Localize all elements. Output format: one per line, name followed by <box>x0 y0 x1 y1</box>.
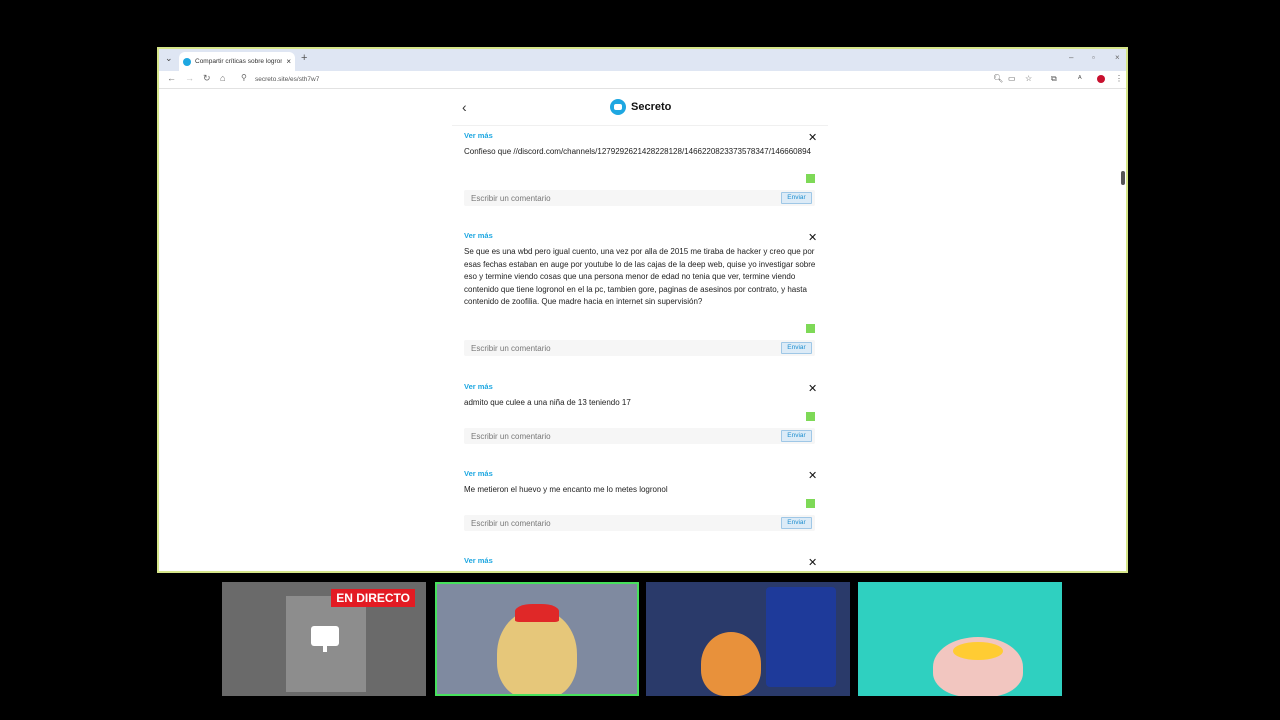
webcam-feed <box>646 582 850 696</box>
blue-fabric <box>766 587 836 687</box>
post-text: Me metieron el huevo y me encanto me lo … <box>464 485 668 494</box>
forward-arrow-icon[interactable]: → <box>185 73 194 83</box>
maximize-icon[interactable]: ▫ <box>1092 53 1095 62</box>
brand: Secreto <box>610 99 671 115</box>
bookmark-star-icon[interactable]: ☆ <box>1025 74 1032 83</box>
site-info-icon[interactable]: ⚲ <box>241 73 247 82</box>
page-scrollbar[interactable] <box>1121 171 1125 185</box>
app-header: ‹ Secreto <box>452 90 828 126</box>
address-bar: ← → ↻ ⌂ ⚲ secreto.site/es/sth7w7 🔍︎ ▭ ☆ … <box>159 71 1126 89</box>
webcam-feed <box>435 582 639 696</box>
post-text: Confieso que //discord.com/channels/1279… <box>464 147 811 156</box>
send-button[interactable]: Enviar <box>781 517 812 529</box>
red-headband <box>515 604 559 622</box>
back-arrow-icon[interactable]: ← <box>167 73 176 83</box>
ver-mas-link[interactable]: Ver más <box>464 556 493 565</box>
comment-box: Enviar <box>464 340 815 356</box>
tab-search-chevron-icon[interactable]: ⌄ <box>165 53 173 64</box>
live-badge: EN DIRECTO <box>331 589 415 607</box>
new-tab-icon[interactable]: + <box>301 52 307 64</box>
green-status-icon <box>806 174 815 183</box>
comment-box: Enviar <box>464 428 815 444</box>
comment-input[interactable] <box>464 515 764 531</box>
secreto-app: ‹ Secreto Ver más ✕ Confieso que //disco… <box>452 90 828 571</box>
close-window-icon[interactable]: × <box>1115 53 1120 62</box>
send-button[interactable]: Enviar <box>781 192 812 204</box>
send-button[interactable]: Enviar <box>781 430 812 442</box>
browser-window: ⌄ Compartir críticas sobre logrono × + –… <box>157 47 1128 573</box>
secreto-favicon-icon <box>183 57 191 66</box>
back-chevron-icon[interactable]: ‹ <box>462 99 467 115</box>
monitor-icon <box>311 626 339 652</box>
menu-dots-icon[interactable]: ⋮ <box>1115 74 1123 83</box>
comment-input[interactable] <box>464 340 764 356</box>
green-status-icon <box>806 324 815 333</box>
comment-box: Enviar <box>464 515 815 531</box>
comment-input[interactable] <box>464 428 764 444</box>
post-text: Se que es una wbd pero igual cuento, una… <box>464 247 816 307</box>
comment-box: Enviar <box>464 190 815 206</box>
streamer-silhouette <box>497 609 577 694</box>
ver-mas-link[interactable]: Ver más <box>464 469 493 478</box>
page-content: ‹ Secreto Ver más ✕ Confieso que //disco… <box>159 90 1126 571</box>
close-post-icon[interactable]: ✕ <box>808 469 817 482</box>
tab-title: Compartir críticas sobre logrono <box>195 58 283 65</box>
tab-bar: ⌄ Compartir críticas sobre logrono × + –… <box>159 49 1126 71</box>
zoom-icon[interactable]: 🔍︎ <box>993 74 1003 83</box>
translate-icon[interactable]: ᴬ <box>1078 74 1082 83</box>
ver-mas-link[interactable]: Ver más <box>464 231 493 240</box>
send-button[interactable]: Enviar <box>781 342 812 354</box>
reload-icon[interactable]: ↻ <box>203 73 211 84</box>
tab-active[interactable]: Compartir críticas sobre logrono × <box>179 52 295 71</box>
green-status-icon <box>806 499 815 508</box>
post-text: admito que culee a una niña de 13 tenien… <box>464 398 631 407</box>
secreto-logo-icon <box>610 99 626 115</box>
ver-mas-link[interactable]: Ver más <box>464 131 493 140</box>
screen-share-feed: EN DIRECTO <box>222 582 426 696</box>
green-status-icon <box>806 412 815 421</box>
comment-input[interactable] <box>464 190 764 206</box>
brand-name: Secreto <box>631 101 672 113</box>
close-post-icon[interactable]: ✕ <box>808 556 817 569</box>
url-field[interactable]: secreto.site/es/sth7w7 <box>255 74 995 86</box>
flower-crown <box>953 642 1003 660</box>
webcam-feed <box>858 582 1062 696</box>
extensions-icon[interactable]: ⧉ <box>1051 74 1057 84</box>
ver-mas-link[interactable]: Ver más <box>464 382 493 391</box>
home-icon[interactable]: ⌂ <box>220 73 225 83</box>
close-post-icon[interactable]: ✕ <box>808 231 817 244</box>
close-post-icon[interactable]: ✕ <box>808 131 817 144</box>
minimize-icon[interactable]: – <box>1069 53 1073 62</box>
tab-close-icon[interactable]: × <box>286 57 291 66</box>
cast-icon[interactable]: ▭ <box>1008 74 1016 83</box>
extension-red-icon[interactable] <box>1097 75 1105 83</box>
close-post-icon[interactable]: ✕ <box>808 382 817 395</box>
streamer-silhouette <box>701 632 761 696</box>
